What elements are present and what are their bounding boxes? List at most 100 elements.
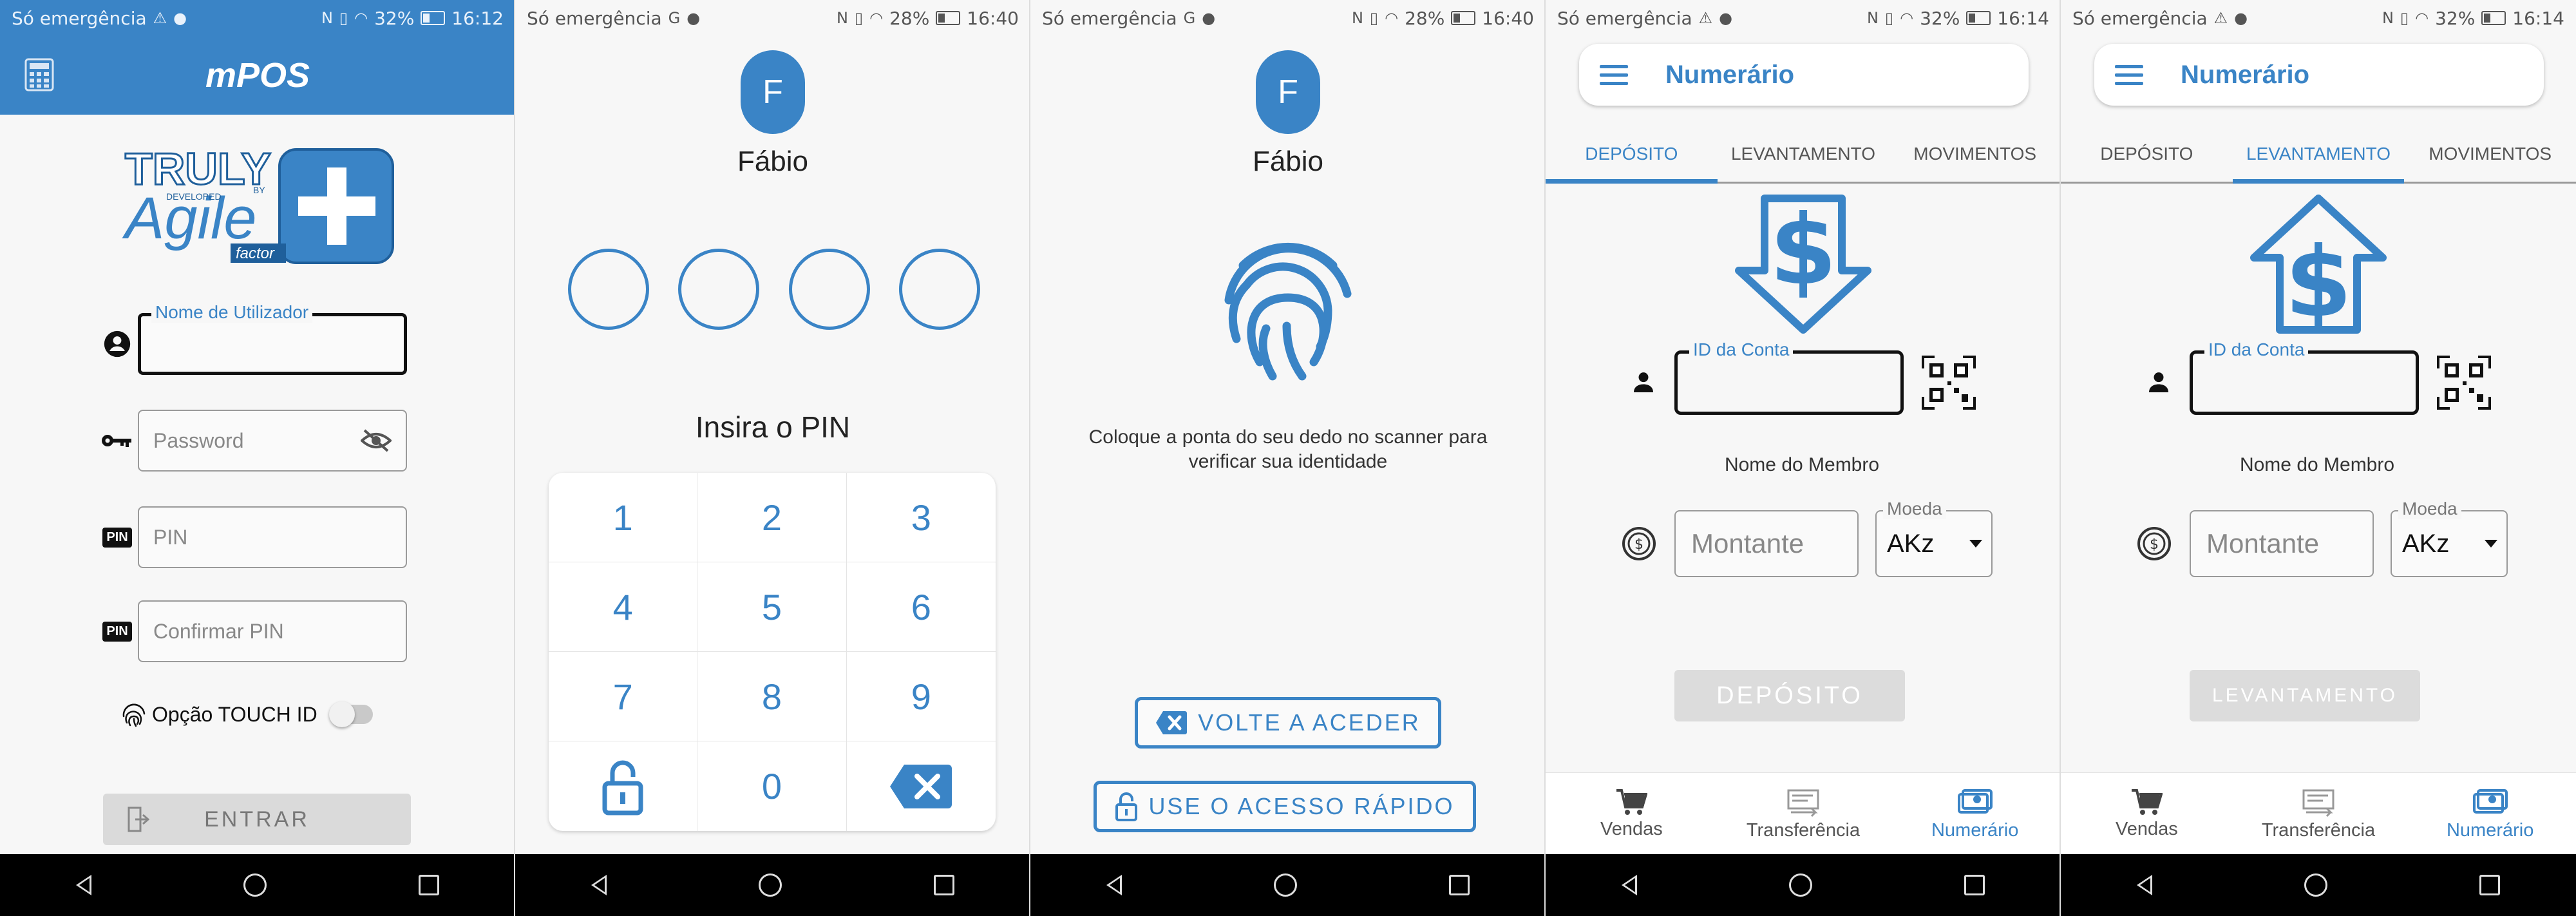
user-circle-icon xyxy=(104,330,131,358)
pin-icon: PIN xyxy=(102,621,132,642)
cash-icon xyxy=(1957,788,1993,814)
pin-field[interactable]: PIN xyxy=(138,506,407,568)
nav-transferencia[interactable]: Transferência xyxy=(2233,773,2405,854)
calculator-icon[interactable] xyxy=(24,58,54,91)
system-nav-bar xyxy=(1546,854,2060,916)
transfer-icon xyxy=(2302,789,2334,817)
key-7[interactable]: 7 xyxy=(549,652,698,741)
nav-vendas-label: Vendas xyxy=(2115,818,2178,839)
battery-icon xyxy=(936,11,961,25)
back-icon[interactable] xyxy=(591,875,607,895)
sync-icon: ● xyxy=(173,9,187,27)
tab-bar: DEPÓSITO LEVANTAMENTO MOVIMENTOS xyxy=(2061,126,2576,184)
home-icon[interactable] xyxy=(1789,873,1812,897)
user-avatar: F xyxy=(741,50,805,134)
key-0[interactable]: 0 xyxy=(697,741,847,831)
nav-vendas[interactable]: Vendas xyxy=(2061,773,2233,854)
account-id-field[interactable]: ID da Conta xyxy=(1674,339,1904,415)
currency-value: AKz xyxy=(2402,529,2450,558)
key-6[interactable]: 6 xyxy=(846,562,996,652)
recents-icon[interactable] xyxy=(934,875,954,895)
battery-icon xyxy=(1966,11,1991,25)
amount-field[interactable]: Montante xyxy=(1674,510,1859,577)
key-3[interactable]: 3 xyxy=(846,473,996,562)
back-icon[interactable] xyxy=(2137,875,2152,895)
deposit-dollar-icon: $ xyxy=(1735,195,1871,334)
key-1[interactable]: 1 xyxy=(549,473,698,562)
vibrate-icon: ▯ xyxy=(2400,9,2409,27)
nfc-icon: N xyxy=(836,9,848,27)
battery-percent: 28% xyxy=(889,7,930,29)
key-2[interactable]: 2 xyxy=(697,473,847,562)
back-icon[interactable] xyxy=(1622,875,1637,895)
page-title: Numerário xyxy=(2181,60,2310,89)
amount-placeholder: Montante xyxy=(1691,528,1804,558)
password-placeholder: Password xyxy=(153,428,244,452)
vibrate-icon: ▯ xyxy=(854,9,864,27)
nfc-icon: N xyxy=(1866,9,1879,27)
amount-placeholder: Montante xyxy=(2206,528,2320,558)
carrier-text: Só emergência xyxy=(1042,7,1177,29)
home-icon[interactable] xyxy=(1274,873,1297,897)
recents-icon[interactable] xyxy=(1449,875,1470,895)
warning-icon: ⚠ xyxy=(2213,9,2228,27)
back-icon[interactable] xyxy=(1106,875,1122,895)
currency-select[interactable]: Moeda AKz xyxy=(1875,499,1993,577)
home-icon[interactable] xyxy=(243,873,267,897)
deposit-button[interactable]: DEPÓSITO xyxy=(1674,670,1905,721)
back-to-access-button[interactable]: VOLTE A ACEDER xyxy=(1135,697,1441,749)
nav-numerario[interactable]: Numerário xyxy=(2404,773,2576,854)
back-icon[interactable] xyxy=(76,875,91,895)
tab-levantamento[interactable]: LEVANTAMENTO xyxy=(1718,126,1889,182)
wifi-icon: ◠ xyxy=(2415,9,2429,27)
touch-id-toggle[interactable] xyxy=(328,701,373,727)
key-5[interactable]: 5 xyxy=(697,562,847,652)
pin-dot xyxy=(898,249,980,330)
visibility-off-icon[interactable] xyxy=(361,428,392,453)
key-9[interactable]: 9 xyxy=(846,652,996,741)
withdraw-button[interactable]: LEVANTAMENTO xyxy=(2190,670,2420,721)
status-bar: Só emergência G ● N ▯ ◠ 28% 16:40 xyxy=(1030,0,1544,36)
confirm-pin-row: PIN Confirmar PIN xyxy=(97,599,419,663)
pin-row: PIN PIN xyxy=(97,505,419,569)
currency-select[interactable]: Moeda AKz xyxy=(2391,499,2508,577)
recents-icon[interactable] xyxy=(1964,875,1985,895)
password-field[interactable]: Password xyxy=(138,410,407,472)
fingerprint-message: Coloque a ponta do seu dedo no scanner p… xyxy=(1088,426,1488,472)
tab-deposito[interactable]: DEPÓSITO xyxy=(2061,126,2233,182)
home-icon[interactable] xyxy=(2304,873,2327,897)
qr-code-icon[interactable] xyxy=(2437,356,2491,410)
confirm-pin-field[interactable]: Confirmar PIN xyxy=(138,600,407,662)
unlock-key[interactable] xyxy=(549,741,698,831)
nav-vendas[interactable]: Vendas xyxy=(1546,773,1718,854)
fingerprint-screen: Só emergência G ● N ▯ ◠ 28% 16:40 F Fábio Colo… xyxy=(1030,0,1546,916)
qr-code-icon[interactable] xyxy=(1922,356,1976,410)
nav-numerario[interactable]: Numerário xyxy=(1889,773,2060,854)
backspace-key[interactable] xyxy=(847,741,996,831)
cart-icon xyxy=(2132,788,2163,815)
recents-icon[interactable] xyxy=(419,875,439,895)
key-4[interactable]: 4 xyxy=(549,562,698,652)
menu-icon[interactable] xyxy=(1600,60,1628,90)
tab-levantamento[interactable]: LEVANTAMENTO xyxy=(2232,126,2405,184)
amount-field[interactable]: Montante xyxy=(2190,510,2374,577)
quick-access-button[interactable]: USE O ACESSO RÁPIDO xyxy=(1094,781,1476,832)
tab-movimentos[interactable]: MOVIMENTOS xyxy=(2404,126,2576,182)
svg-text:$: $ xyxy=(1770,195,1837,307)
tab-deposito[interactable]: DEPÓSITO xyxy=(1546,126,1718,184)
status-bar: Só emergência G ● N ▯ ◠ 28% 16:40 xyxy=(515,0,1029,36)
wifi-icon: ◠ xyxy=(1900,9,1914,27)
nav-transferencia[interactable]: Transferência xyxy=(1718,773,1889,854)
account-id-field[interactable]: ID da Conta xyxy=(2190,339,2419,415)
battery-icon xyxy=(421,11,446,25)
person-icon xyxy=(1634,372,1653,392)
username-field[interactable]: Nome de Utilizador xyxy=(138,302,407,375)
enter-button[interactable]: ENTRAR xyxy=(103,794,411,845)
menu-icon[interactable] xyxy=(2115,60,2143,90)
pin-screen: Só emergência G ● N ▯ ◠ 28% 16:40 F Fábio Insi… xyxy=(515,0,1030,916)
key-8[interactable]: 8 xyxy=(697,652,847,741)
home-icon[interactable] xyxy=(759,873,782,897)
recents-icon[interactable] xyxy=(2479,875,2500,895)
tab-movimentos[interactable]: MOVIMENTOS xyxy=(1889,126,2060,182)
account-row: ID da Conta xyxy=(1631,339,1976,415)
